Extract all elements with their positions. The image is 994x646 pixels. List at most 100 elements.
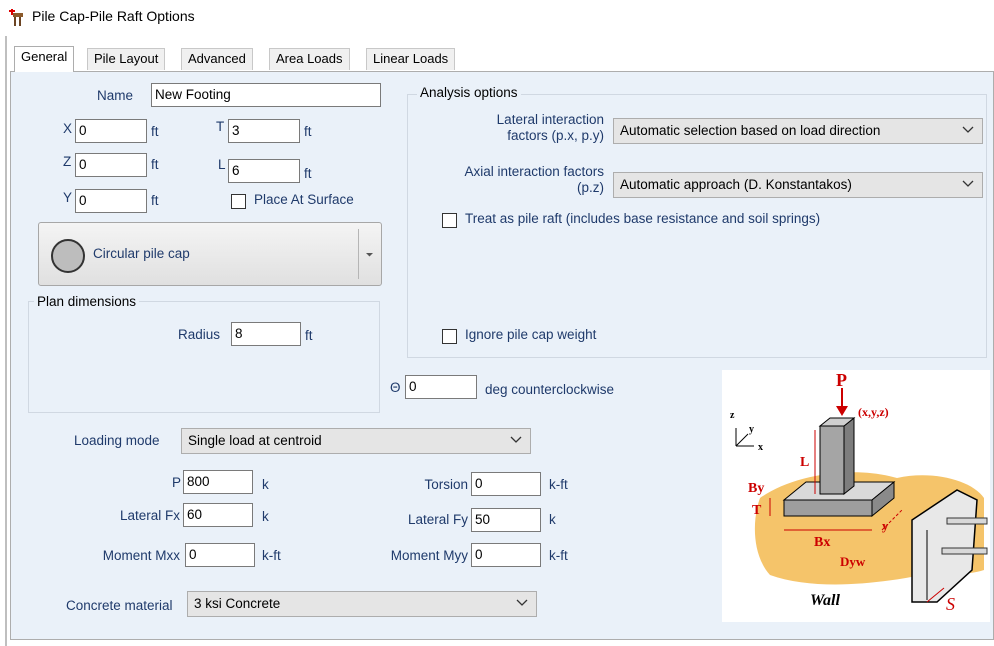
load-arrow-head <box>836 406 848 416</box>
split-divider <box>358 229 359 279</box>
moment-mxx-label: Moment Mxx <box>102 548 180 563</box>
lateral-interaction-select[interactable]: Automatic selection based on load direct… <box>613 118 983 144</box>
window-title: Pile Cap-Pile Raft Options <box>32 8 195 24</box>
lateral-fy-input[interactable]: 50 <box>471 508 541 532</box>
pile-cap-type-label: Circular pile cap <box>93 246 190 261</box>
circular-cap-icon <box>51 239 85 273</box>
ignore-pile-cap-weight-label: Ignore pile cap weight <box>465 327 597 342</box>
label-l: L <box>800 455 809 470</box>
cap-front <box>783 499 873 517</box>
radius-input[interactable]: 8 <box>231 322 301 346</box>
theta-label: Θ <box>390 380 401 395</box>
label-xyz: (x,y,z) <box>858 405 889 419</box>
theta-unit: deg counterclockwise <box>485 382 615 397</box>
t-label: T <box>216 119 225 134</box>
pile-cap-diagram: P (x,y,z) z y x L By T Bx y Dyw Wall S <box>722 370 990 622</box>
y-input[interactable]: 0 <box>75 189 147 213</box>
axial-interaction-label-1: Axial interaction factors <box>464 164 604 179</box>
analysis-options-title: Analysis options <box>417 85 521 100</box>
p-unit: k <box>262 477 269 492</box>
radius-unit: ft <box>305 328 313 343</box>
theta-input[interactable]: 0 <box>405 375 477 399</box>
label-axis-x: x <box>758 442 763 453</box>
x-input[interactable]: 0 <box>75 119 147 143</box>
p-input[interactable]: 800 <box>183 470 253 494</box>
tab-area-loads[interactable]: Area Loads <box>269 48 350 70</box>
concrete-material-label: Concrete material <box>66 598 173 613</box>
dropdown-arrow-icon[interactable] <box>366 251 373 258</box>
plan-dimensions-group <box>28 301 380 413</box>
moment-mxx-unit: k-ft <box>262 548 281 563</box>
loading-mode-select[interactable]: Single load at centroid <box>181 428 531 454</box>
torsion-label: Torsion <box>424 477 468 492</box>
lateral-fx-input[interactable]: 60 <box>183 503 253 527</box>
loading-mode-label: Loading mode <box>74 433 160 448</box>
tab-pile-layout[interactable]: Pile Layout <box>87 48 166 70</box>
label-by: By <box>748 481 764 496</box>
lateral-interaction-label-1: Lateral interaction <box>496 112 604 127</box>
title-bar: Pile Cap-Pile Raft Options <box>0 0 994 34</box>
loading-mode-value: Single load at centroid <box>188 433 322 448</box>
x-label: X <box>63 121 73 136</box>
torsion-input[interactable]: 0 <box>471 472 541 496</box>
l-unit: ft <box>304 166 312 181</box>
l-label: L <box>218 157 226 172</box>
lateral-interaction-label-2: factors (p.x, p.y) <box>507 128 604 143</box>
label-axis-z: z <box>730 410 735 421</box>
lateral-fx-unit: k <box>262 509 269 524</box>
pile-cap-type-button[interactable]: Circular pile cap <box>38 222 382 286</box>
label-dyw: Dyw <box>840 554 866 569</box>
column-front <box>819 425 845 495</box>
z-unit: ft <box>151 157 159 172</box>
concrete-material-select[interactable]: 3 ksi Concrete <box>187 591 537 617</box>
chevron-down-icon <box>962 126 974 133</box>
axial-interaction-select[interactable]: Automatic approach (D. Konstantakos) <box>613 172 983 198</box>
moment-myy-label: Moment Myy <box>390 548 468 563</box>
wall-pile-1 <box>946 517 988 525</box>
tab-linear-loads[interactable]: Linear Loads <box>366 48 456 70</box>
pile-cap-diagram-svg: P (x,y,z) z y x L By T Bx y Dyw Wall S <box>730 370 988 614</box>
label-s: S <box>946 594 955 614</box>
wall-pile-2 <box>941 547 988 555</box>
chevron-down-icon <box>516 599 528 606</box>
x-unit: ft <box>151 124 159 139</box>
name-input[interactable]: New Footing <box>151 83 381 107</box>
axial-interaction-value: Automatic approach (D. Konstantakos) <box>620 177 852 192</box>
axial-interaction-label-2: (p.z) <box>577 180 604 195</box>
lateral-fx-label: Lateral Fx <box>119 508 180 523</box>
y-label: Y <box>63 190 73 205</box>
label-axis-y: y <box>749 424 754 435</box>
plan-dimensions-title: Plan dimensions <box>34 294 140 309</box>
t-input[interactable]: 3 <box>228 119 300 143</box>
lateral-fy-unit: k <box>549 512 556 527</box>
ignore-pile-cap-weight-checkbox[interactable] <box>442 329 457 344</box>
z-input[interactable]: 0 <box>75 153 147 177</box>
name-label: Name <box>97 88 134 103</box>
label-bx: Bx <box>814 535 830 550</box>
tab-general[interactable]: General <box>14 46 75 72</box>
place-at-surface-label: Place At Surface <box>254 192 354 207</box>
moment-mxx-input[interactable]: 0 <box>185 543 255 567</box>
label-t: T <box>752 503 762 518</box>
pile-raft-label: Treat as pile raft (includes base resist… <box>465 211 821 226</box>
window-left-edge <box>5 36 7 646</box>
pile-cap-app-icon <box>9 9 23 26</box>
torsion-unit: k-ft <box>549 477 568 492</box>
pile-raft-checkbox[interactable] <box>442 213 457 228</box>
label-wall: Wall <box>810 592 840 609</box>
moment-myy-input[interactable]: 0 <box>471 543 541 567</box>
p-label: P <box>172 475 182 490</box>
y-unit: ft <box>151 193 159 208</box>
tab-advanced[interactable]: Advanced <box>181 48 253 70</box>
label-y: y <box>882 518 889 533</box>
place-at-surface-checkbox[interactable] <box>231 194 246 209</box>
axis-y-line <box>735 433 749 447</box>
z-label: Z <box>63 154 72 169</box>
lateral-interaction-value: Automatic selection based on load direct… <box>620 123 881 138</box>
concrete-material-value: 3 ksi Concrete <box>194 596 281 611</box>
column-side <box>843 416 855 496</box>
label-p: P <box>836 370 847 390</box>
l-input[interactable]: 6 <box>228 159 300 183</box>
chevron-down-icon <box>510 436 522 443</box>
moment-myy-unit: k-ft <box>549 548 568 563</box>
